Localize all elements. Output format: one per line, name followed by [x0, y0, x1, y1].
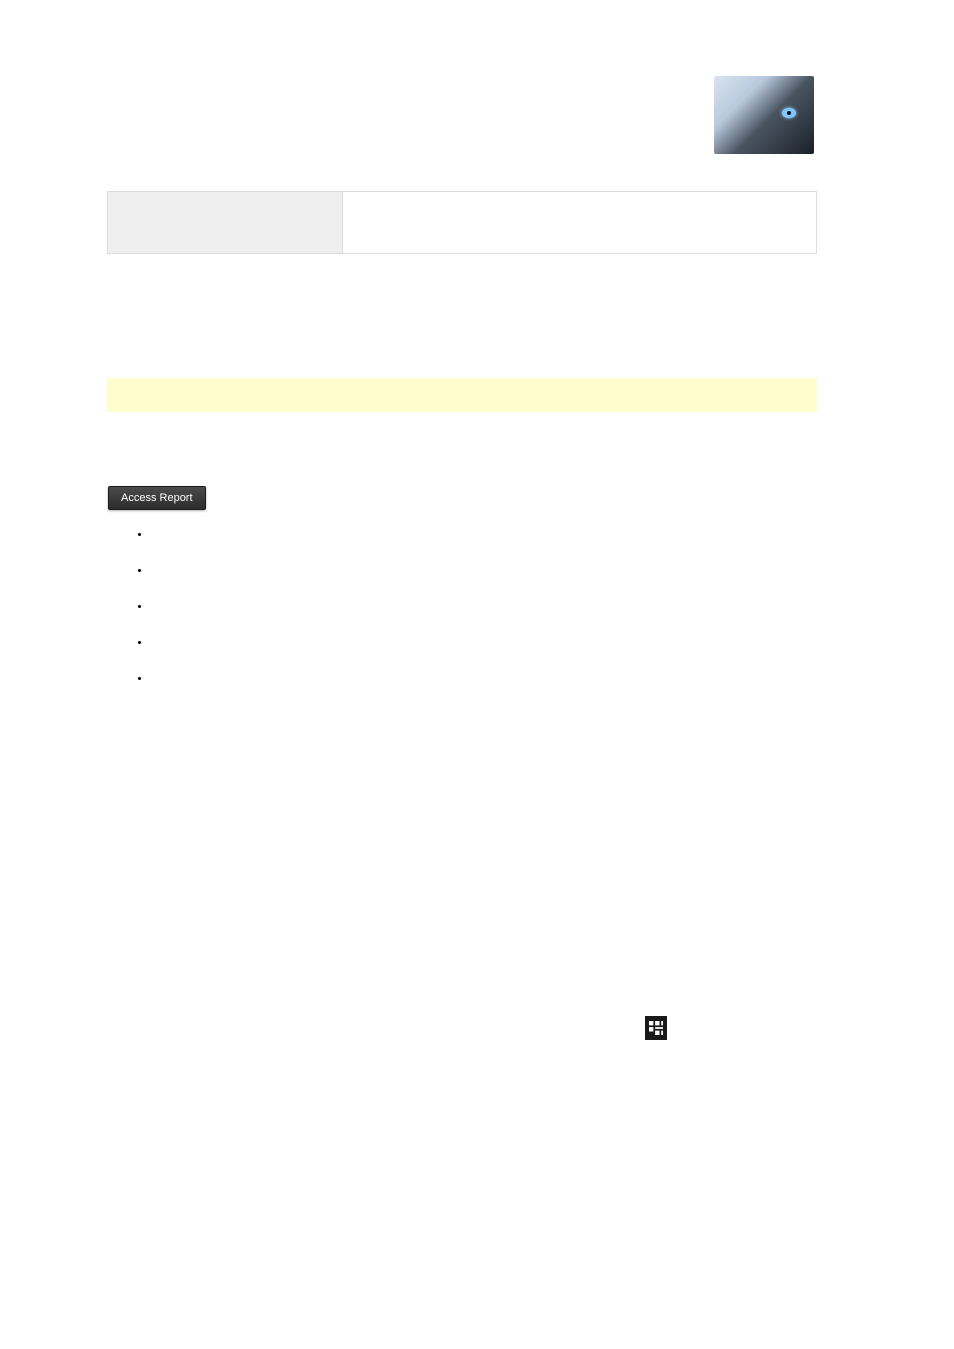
access-report-label: Access Report [121, 492, 193, 504]
definition-label-cell [108, 192, 343, 254]
page-container: Access Report [0, 0, 954, 1349]
wolf-image [714, 76, 814, 154]
highlight-strip [107, 378, 817, 412]
access-report-button[interactable]: Access Report [108, 486, 206, 510]
wolf-eye-highlight [782, 108, 796, 118]
table-row [108, 192, 817, 254]
definition-value-cell [343, 192, 817, 254]
wolf-pupil [787, 111, 791, 115]
qr-icon-svg [649, 1021, 663, 1035]
definition-table [107, 191, 817, 254]
qr-icon [645, 1016, 667, 1040]
